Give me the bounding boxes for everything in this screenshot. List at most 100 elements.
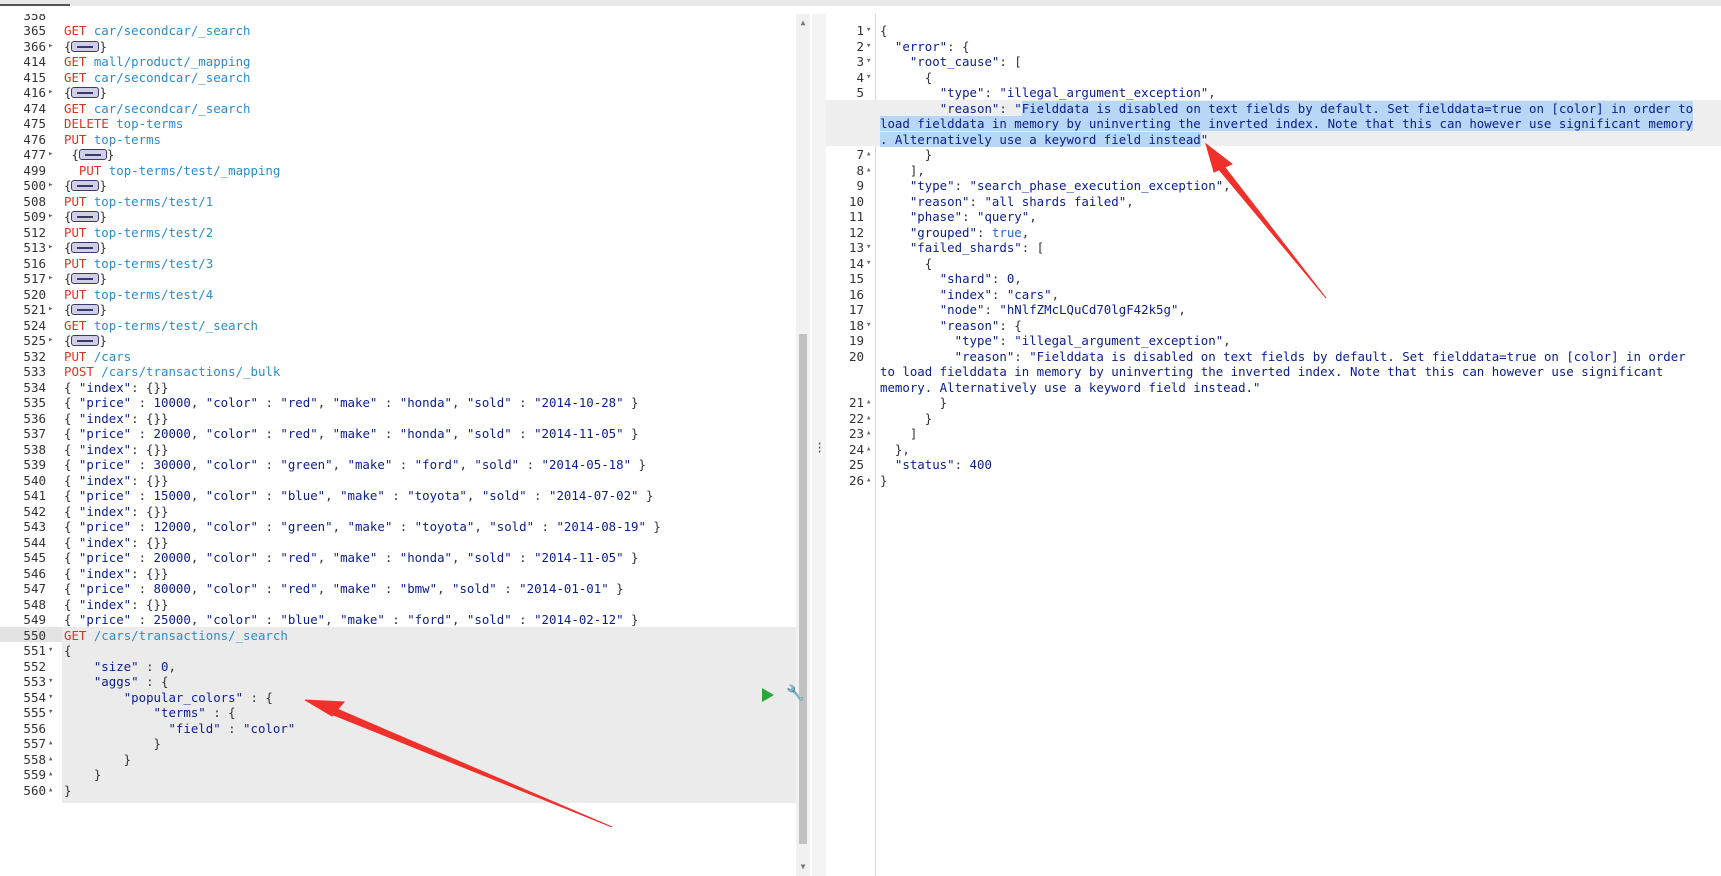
code-line[interactable]: "reason": "Fielddata is disabled on text…	[880, 348, 1686, 365]
fold-arrow-icon[interactable]: ▾	[48, 642, 53, 659]
code-line[interactable]: { "price" : 10000, "color" : "red", "mak…	[64, 394, 639, 411]
code-line[interactable]: {	[880, 69, 932, 86]
code-line[interactable]: }	[880, 472, 887, 489]
fold-arrow-icon[interactable]: ▾	[866, 69, 871, 86]
fold-arrow-icon[interactable]: ▸	[48, 332, 53, 349]
fold-arrow-icon[interactable]: ▾	[866, 38, 871, 55]
code-line[interactable]: "node": "hNlfZMcLQuCd70lgF42k5g",	[880, 301, 1186, 318]
code-line[interactable]: { "price" : 25000, "color" : "blue", "ma…	[64, 611, 639, 628]
code-line[interactable]: "popular_colors" : {	[64, 689, 273, 706]
code-line[interactable]: { "price" : 80000, "color" : "red", "mak…	[64, 580, 624, 597]
code-line-wrap[interactable]: to load fielddata in memory by uninverti…	[880, 363, 1663, 380]
code-line[interactable]: {}	[64, 332, 107, 349]
fold-arrow-icon[interactable]: ▾	[866, 239, 871, 256]
code-line[interactable]: {}	[64, 177, 107, 194]
fold-arrow-icon[interactable]: ▸	[48, 177, 53, 194]
code-line[interactable]: { "index": {}}	[64, 379, 168, 396]
code-line[interactable]: { "index": {}}	[64, 472, 168, 489]
code-line[interactable]: { "price" : 20000, "color" : "red", "mak…	[64, 425, 639, 442]
code-line[interactable]: "terms" : {	[64, 704, 236, 721]
code-line[interactable]: { "price" : 15000, "color" : "blue", "ma…	[64, 487, 653, 504]
code-line[interactable]: PUT top-terms/test/4	[64, 286, 213, 303]
code-line[interactable]: PUT top-terms	[64, 131, 161, 148]
scroll-up-arrow-icon[interactable]: ▲	[796, 16, 810, 30]
code-line[interactable]: { "price" : 30000, "color" : "green", "m…	[64, 456, 646, 473]
collapsed-block-icon[interactable]	[71, 211, 100, 222]
collapsed-block-icon[interactable]	[71, 180, 100, 191]
code-line[interactable]: {	[880, 255, 932, 272]
fold-arrow-icon[interactable]: ▴	[48, 735, 53, 752]
fold-arrow-icon[interactable]: ▴	[866, 410, 871, 427]
code-line[interactable]: GET /cars/transactions/_search	[64, 627, 288, 644]
code-line[interactable]: {}	[64, 84, 107, 101]
fold-arrow-icon[interactable]: ▾	[866, 255, 871, 272]
fold-arrow-icon[interactable]: ▾	[866, 317, 871, 334]
code-line[interactable]: "shard": 0,	[880, 270, 1022, 287]
collapsed-block-icon[interactable]	[71, 242, 100, 253]
code-line[interactable]: {}	[64, 301, 107, 318]
fold-arrow-icon[interactable]: ▴	[866, 162, 871, 179]
code-line[interactable]: "reason": {	[880, 317, 1022, 334]
code-line[interactable]: "index": "cars",	[880, 286, 1059, 303]
code-line[interactable]: ],	[880, 162, 925, 179]
collapsed-block-icon[interactable]	[78, 149, 107, 160]
code-line-wrap[interactable]: memory. Alternatively use a keyword fiel…	[880, 379, 1260, 396]
code-line[interactable]: "type": "illegal_argument_exception",	[880, 84, 1216, 101]
code-line[interactable]: PUT top-terms/test/1	[64, 193, 213, 210]
code-line[interactable]: {}	[64, 208, 107, 225]
code-line[interactable]: "size" : 0,	[64, 658, 176, 675]
fold-arrow-icon[interactable]: ▸	[48, 239, 53, 256]
fold-arrow-icon[interactable]: ▾	[48, 689, 53, 706]
request-editor[interactable]: 358 365 GET car/secondcar/_search 366 ▸{} 414…	[0, 14, 796, 876]
pane-resizer[interactable]: · · ·	[812, 14, 826, 876]
fold-arrow-icon[interactable]: ▾	[866, 53, 871, 70]
collapsed-block-icon[interactable]	[71, 273, 100, 284]
fold-arrow-icon[interactable]: ▸	[48, 208, 53, 225]
collapsed-block-icon[interactable]	[71, 304, 100, 315]
code-line[interactable]: "root_cause": [	[880, 53, 1022, 70]
code-line[interactable]: }	[64, 751, 131, 768]
fold-arrow-icon[interactable]: ▸	[48, 301, 53, 318]
fold-arrow-icon[interactable]: ▴	[866, 146, 871, 163]
code-line[interactable]: "reason": "all shards failed",	[880, 193, 1134, 210]
response-viewer[interactable]: 1 ▾{2 ▾ "error": {3 ▾ "root_cause": [4 ▾ {5 …	[826, 14, 1721, 876]
code-line[interactable]: {}	[64, 239, 107, 256]
code-line[interactable]: {}	[64, 270, 107, 287]
fold-arrow-icon[interactable]: ▸	[48, 146, 53, 163]
code-line[interactable]: PUT top-terms/test/3	[64, 255, 213, 272]
code-line[interactable]: { "index": {}}	[64, 441, 168, 458]
fold-arrow-icon[interactable]: ▾	[48, 673, 53, 690]
code-line[interactable]: GET car/secondcar/_search	[64, 69, 251, 86]
code-line[interactable]: "aggs" : {	[64, 673, 169, 690]
fold-arrow-icon[interactable]: ▴	[866, 394, 871, 411]
code-line[interactable]: ]	[880, 425, 917, 442]
code-line-wrap[interactable]: . Alternatively use a keyword field inst…	[880, 131, 1208, 148]
code-line[interactable]: "type": "illegal_argument_exception",	[880, 332, 1231, 349]
code-line[interactable]: PUT /cars	[64, 348, 131, 365]
collapsed-block-icon[interactable]	[71, 40, 100, 52]
code-line[interactable]: "reason": "Fielddata is disabled on text…	[880, 100, 1694, 117]
code-line[interactable]: },	[880, 441, 910, 458]
fold-arrow-icon[interactable]: ▴	[48, 766, 53, 783]
code-line[interactable]: "failed_shards": [	[880, 239, 1044, 256]
code-line[interactable]: GET top-terms/test/_search	[64, 317, 258, 334]
code-line[interactable]: { "index": {}}	[64, 534, 168, 551]
scroll-down-arrow-icon[interactable]: ▼	[796, 860, 810, 874]
fold-arrow-icon[interactable]: ▾	[48, 704, 53, 721]
scrollbar-thumb[interactable]	[799, 334, 807, 844]
fold-arrow-icon[interactable]: ▸	[48, 270, 53, 287]
code-line[interactable]: GET car/secondcar/_search	[64, 22, 251, 39]
code-line[interactable]: { "index": {}}	[64, 596, 168, 613]
collapsed-block-icon[interactable]	[71, 335, 100, 346]
code-line[interactable]: { "index": {}}	[64, 503, 168, 520]
code-line[interactable]: "grouped": true,	[880, 224, 1029, 241]
code-line[interactable]: }	[64, 735, 161, 752]
fold-arrow-icon[interactable]: ▴	[866, 441, 871, 458]
fold-arrow-icon[interactable]: ▴	[866, 425, 871, 442]
code-line[interactable]: }	[880, 410, 932, 427]
code-line[interactable]: "type": "search_phase_execution_exceptio…	[880, 177, 1231, 194]
code-line[interactable]: "error": {	[880, 38, 970, 55]
collapsed-block-icon[interactable]	[71, 87, 100, 98]
code-line[interactable]: "status": 400	[880, 456, 992, 473]
fold-arrow-icon[interactable]: ▴	[48, 782, 53, 799]
